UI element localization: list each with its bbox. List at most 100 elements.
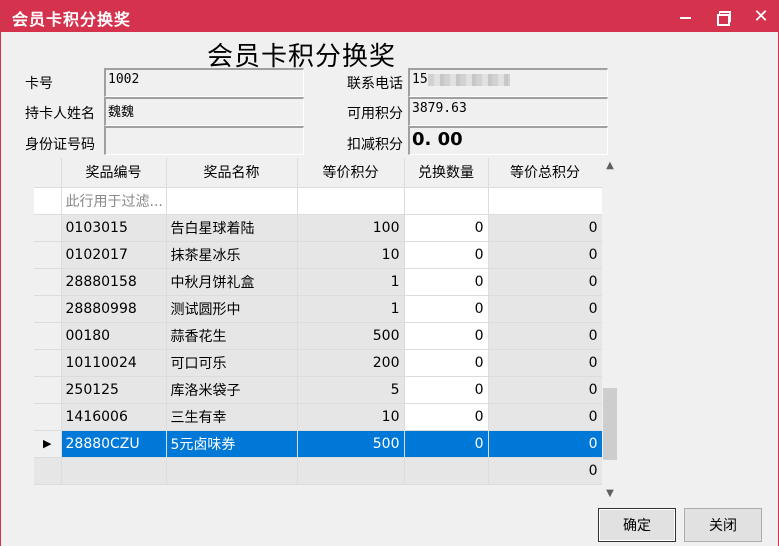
row-selector[interactable]: ▶ xyxy=(34,430,62,458)
phone-value: 15 xyxy=(412,72,428,87)
cell-points[interactable]: 1 xyxy=(297,268,405,296)
cell-code[interactable]: 0102017 xyxy=(61,241,167,269)
cell-points[interactable]: 10 xyxy=(297,241,405,269)
col-header-points[interactable]: 等价积分 xyxy=(297,158,405,188)
filter-cell-qty[interactable] xyxy=(404,187,489,215)
cell-name[interactable]: 中秋月饼礼盒 xyxy=(166,268,298,296)
phone-field[interactable]: 15 xyxy=(408,68,608,97)
cell-total[interactable]: 0 xyxy=(488,214,603,242)
points-field[interactable]: 3879.63 xyxy=(408,97,608,126)
cell-code[interactable]: 28880158 xyxy=(61,268,167,296)
filter-cell-total[interactable] xyxy=(488,187,603,215)
cell-code[interactable]: 00180 xyxy=(61,322,167,350)
summary-cell xyxy=(166,457,298,485)
deduct-field[interactable]: 0. 00 xyxy=(408,126,608,155)
col-header-name[interactable]: 奖品名称 xyxy=(166,158,298,188)
exchange-window: 会员卡积分换奖 ✕ 会员卡积分换奖 卡号 1002 持卡人姓名 魏魏 身份证号码… xyxy=(0,0,779,546)
card-no-field[interactable]: 1002 xyxy=(104,68,304,97)
points-label: 可用积分 xyxy=(347,106,403,122)
cell-total[interactable]: 0 xyxy=(488,322,603,350)
cell-qty[interactable]: 0 xyxy=(404,376,489,404)
filter-cell-name[interactable] xyxy=(166,187,298,215)
cell-total[interactable]: 0 xyxy=(488,376,603,404)
cell-code[interactable]: 1416006 xyxy=(61,403,167,431)
cell-points[interactable]: 5 xyxy=(297,376,405,404)
prize-table: 奖品编号 奖品名称 等价积分 兑换数量 等价总积分 此行用于过滤... 0103… xyxy=(34,158,603,485)
row-selector[interactable] xyxy=(34,268,62,296)
row-selector[interactable] xyxy=(34,322,62,350)
cell-code[interactable]: 28880998 xyxy=(61,295,167,323)
col-header-qty[interactable]: 兑换数量 xyxy=(404,158,489,188)
vertical-scrollbar[interactable]: ▲ ▼ xyxy=(602,158,618,502)
col-header-code[interactable]: 奖品编号 xyxy=(61,158,167,188)
cell-code[interactable]: 28880CZU xyxy=(61,430,167,458)
row-selector-header[interactable] xyxy=(34,158,62,188)
row-selector[interactable] xyxy=(34,403,62,431)
scroll-thumb[interactable] xyxy=(603,388,617,460)
summary-total: 0 xyxy=(488,457,603,485)
cell-points[interactable]: 10 xyxy=(297,403,405,431)
cell-total[interactable]: 0 xyxy=(488,241,603,269)
table-row[interactable]: 28880998 测试圆形中 1 0 0 xyxy=(34,295,603,323)
table-row[interactable]: 1416006 三生有幸 10 0 0 xyxy=(34,403,603,431)
cell-code[interactable]: 250125 xyxy=(61,376,167,404)
cell-qty[interactable]: 0 xyxy=(404,403,489,431)
close-window-button[interactable]: ✕ xyxy=(739,1,779,32)
cell-name[interactable]: 可口可乐 xyxy=(166,349,298,377)
prize-grid: 奖品编号 奖品名称 等价积分 兑换数量 等价总积分 此行用于过滤... 0103… xyxy=(34,158,618,502)
cell-points[interactable]: 100 xyxy=(297,214,405,242)
scroll-down-icon[interactable]: ▼ xyxy=(602,486,618,502)
header-row: 奖品编号 奖品名称 等价积分 兑换数量 等价总积分 xyxy=(34,158,603,188)
table-row[interactable]: 10110024 可口可乐 200 0 0 xyxy=(34,349,603,377)
cell-total[interactable]: 0 xyxy=(488,403,603,431)
cell-code[interactable]: 10110024 xyxy=(61,349,167,377)
filter-cell-points[interactable] xyxy=(297,187,405,215)
row-selector[interactable] xyxy=(34,295,62,323)
row-selector[interactable] xyxy=(34,214,62,242)
table-row[interactable]: 0103015 告白星球着陆 100 0 0 xyxy=(34,214,603,242)
cell-name[interactable]: 三生有幸 xyxy=(166,403,298,431)
holder-field[interactable]: 魏魏 xyxy=(104,97,304,126)
table-row[interactable]: 00180 蒜香花生 500 0 0 xyxy=(34,322,603,350)
table-row[interactable]: 250125 库洛米袋子 5 0 0 xyxy=(34,376,603,404)
cell-qty[interactable]: 0 xyxy=(404,430,489,458)
cell-qty[interactable]: 0 xyxy=(404,268,489,296)
title-bar[interactable]: 会员卡积分换奖 ✕ xyxy=(1,1,778,32)
cell-points[interactable]: 500 xyxy=(297,430,405,458)
cell-name[interactable]: 测试圆形中 xyxy=(166,295,298,323)
cell-code[interactable]: 0103015 xyxy=(61,214,167,242)
cell-total[interactable]: 0 xyxy=(488,349,603,377)
table-row[interactable]: 28880158 中秋月饼礼盒 1 0 0 xyxy=(34,268,603,296)
cell-qty[interactable]: 0 xyxy=(404,322,489,350)
cell-name[interactable]: 告白星球着陆 xyxy=(166,214,298,242)
cell-qty[interactable]: 0 xyxy=(404,349,489,377)
filter-cell-code[interactable]: 此行用于过滤... xyxy=(61,187,167,215)
cell-points[interactable]: 200 xyxy=(297,349,405,377)
filter-row: 此行用于过滤... xyxy=(34,187,603,215)
row-selector[interactable] xyxy=(34,349,62,377)
table-row[interactable]: ▶ 28880CZU 5元卤味券 500 0 0 xyxy=(34,430,603,458)
table-row[interactable]: 0102017 抹茶星冰乐 10 0 0 xyxy=(34,241,603,269)
deduct-label: 扣减积分 xyxy=(347,137,403,153)
window-title: 会员卡积分换奖 xyxy=(12,10,132,29)
id-field[interactable] xyxy=(104,126,304,155)
row-selector[interactable] xyxy=(34,241,62,269)
col-header-total[interactable]: 等价总积分 xyxy=(488,158,603,188)
scroll-up-icon[interactable]: ▲ xyxy=(602,158,618,174)
cell-points[interactable]: 1 xyxy=(297,295,405,323)
cell-qty[interactable]: 0 xyxy=(404,214,489,242)
cell-qty[interactable]: 0 xyxy=(404,295,489,323)
ok-button[interactable]: 确定 xyxy=(598,508,676,542)
close-button[interactable]: 关闭 xyxy=(684,508,762,542)
row-selector[interactable] xyxy=(34,376,62,404)
cell-total[interactable]: 0 xyxy=(488,430,603,458)
cell-points[interactable]: 500 xyxy=(297,322,405,350)
cell-name[interactable]: 5元卤味券 xyxy=(166,430,298,458)
cell-total[interactable]: 0 xyxy=(488,295,603,323)
cell-name[interactable]: 库洛米袋子 xyxy=(166,376,298,404)
cell-total[interactable]: 0 xyxy=(488,268,603,296)
cell-name[interactable]: 蒜香花生 xyxy=(166,322,298,350)
cell-qty[interactable]: 0 xyxy=(404,241,489,269)
row-selector[interactable] xyxy=(34,187,62,215)
cell-name[interactable]: 抹茶星冰乐 xyxy=(166,241,298,269)
